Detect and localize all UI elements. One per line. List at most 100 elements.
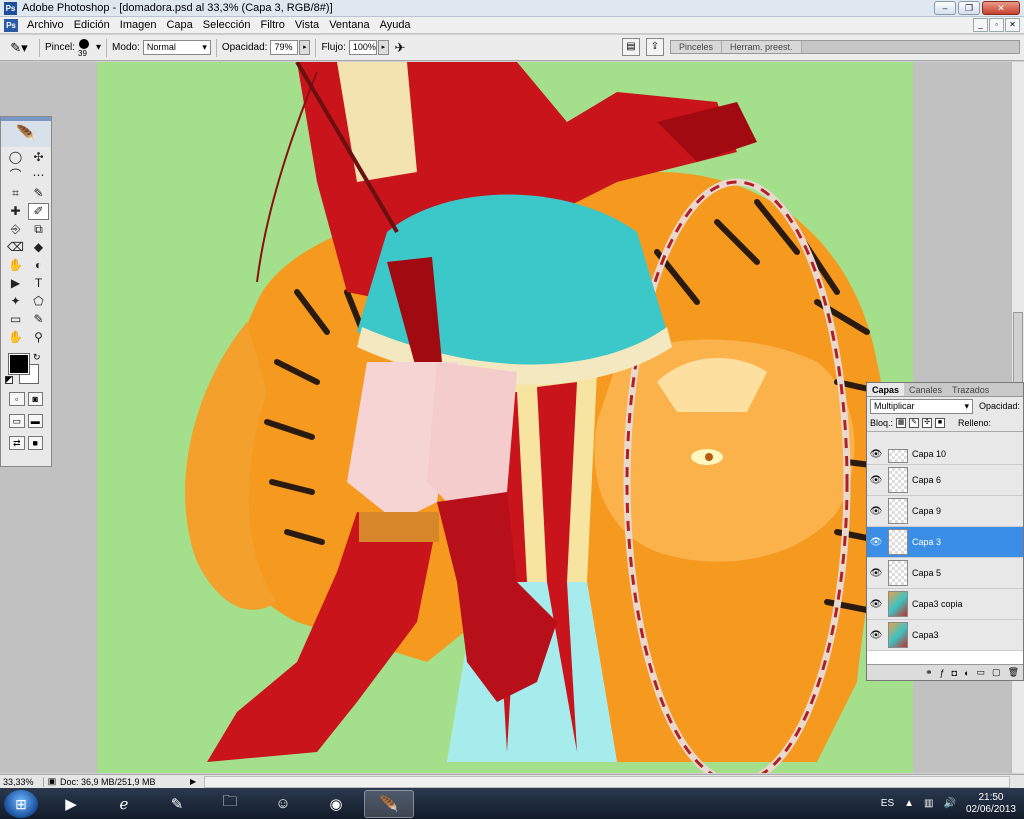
lock-pixels-icon[interactable]: ✎ xyxy=(909,418,920,428)
layer-row[interactable]: 👁 Capa 9 xyxy=(867,496,1023,527)
notes-tool-icon[interactable]: ▭ xyxy=(5,311,26,328)
default-colors-icon[interactable] xyxy=(5,376,13,384)
layer-row[interactable]: 👁 Capa 5 xyxy=(867,558,1023,589)
clock[interactable]: 21:50 02/06/2013 xyxy=(966,792,1016,816)
standard-mode-icon[interactable]: ▫ xyxy=(9,392,25,406)
layer-mask-icon[interactable]: ◘ xyxy=(952,668,957,678)
paint-app-icon[interactable]: ✎ xyxy=(152,790,202,818)
zoom-tool-icon[interactable]: ⚲ xyxy=(28,329,49,346)
brush-picker[interactable]: 39 xyxy=(78,37,90,59)
tab-canales[interactable]: Canales xyxy=(904,383,947,396)
layer-row[interactable]: 👁 Capa 6 xyxy=(867,465,1023,496)
imageready-jump-icon[interactable]: ⇄ xyxy=(9,436,25,450)
lasso-tool-icon[interactable]: ⌒ xyxy=(5,167,26,184)
quick-mask-mode-icon[interactable]: ◙ xyxy=(27,392,43,406)
internet-explorer-icon[interactable]: ℯ xyxy=(99,790,149,818)
layer-row[interactable]: 👁 Capa3 xyxy=(867,620,1023,651)
eye-icon[interactable]: 👁 xyxy=(867,475,885,486)
brush-palette-icon[interactable]: ▤ xyxy=(622,38,640,56)
path-selection-tool-icon[interactable]: ▶ xyxy=(5,275,26,292)
swap-colors-icon[interactable]: ↻ xyxy=(33,352,41,363)
airbrush-toggle-icon[interactable]: ✈ xyxy=(389,40,411,56)
marquee-tool-icon[interactable]: ◯ xyxy=(5,149,26,166)
shape-tool-icon[interactable]: ⬠ xyxy=(28,293,49,310)
menu-vista[interactable]: Vista xyxy=(290,19,324,31)
full-screen-mode-icon[interactable]: ■ xyxy=(27,436,43,450)
link-layers-icon[interactable]: ⚭ xyxy=(925,667,933,678)
layer-row[interactable]: 👁 Capa3 copia xyxy=(867,589,1023,620)
zoom-level[interactable]: 33,33% xyxy=(0,776,44,787)
new-group-icon[interactable]: ▭ xyxy=(977,667,986,678)
delete-layer-icon[interactable]: 🗑 xyxy=(1008,667,1019,678)
menu-archivo[interactable]: Archivo xyxy=(22,19,69,31)
photoshop-menu-icon[interactable]: Ps xyxy=(4,18,18,32)
eyedropper-tool-icon[interactable]: ✎ xyxy=(28,311,49,328)
clone-stamp-tool-icon[interactable]: ⎆ xyxy=(5,221,26,238)
slice-tool-icon[interactable]: ✎ xyxy=(28,185,49,202)
paint-bucket-tool-icon[interactable]: ◆ xyxy=(28,239,49,256)
eye-icon[interactable]: 👁 xyxy=(867,449,885,460)
network-icon[interactable]: ▥ xyxy=(924,798,933,809)
doc-minimize-button[interactable]: _ xyxy=(973,18,988,32)
eye-icon[interactable]: 👁 xyxy=(867,630,885,641)
mode-select[interactable]: Normal xyxy=(142,40,211,55)
adobe-online-feather-icon[interactable]: 🪶 xyxy=(1,121,51,147)
doc-close-button[interactable]: ✕ xyxy=(1005,18,1020,32)
close-button[interactable]: ✕ xyxy=(982,1,1020,15)
status-menu-arrow-icon[interactable]: ▶ xyxy=(190,777,200,786)
layer-row[interactable]: 👁 Capa 10 xyxy=(867,449,1023,465)
doc-restore-button[interactable]: ▫ xyxy=(989,18,1004,32)
healing-brush-tool-icon[interactable]: ✚ xyxy=(5,203,26,220)
volume-icon[interactable]: 🔊 xyxy=(943,798,955,809)
menu-capa[interactable]: Capa xyxy=(161,19,197,31)
menu-edicion[interactable]: Edición xyxy=(69,19,115,31)
tab-trazados[interactable]: Trazados xyxy=(947,383,994,396)
brush-tool-preset-icon[interactable]: ✎▾ xyxy=(4,38,34,58)
dodge-tool-icon[interactable]: ◐ xyxy=(28,257,49,274)
eye-icon[interactable]: 👁 xyxy=(867,537,885,548)
smudge-tool-icon[interactable]: ✋ xyxy=(5,257,26,274)
eye-icon[interactable]: 👁 xyxy=(867,568,885,579)
lock-all-icon[interactable]: ■ xyxy=(935,418,946,428)
opacity-input[interactable]: 79% xyxy=(270,40,299,55)
layer-style-icon[interactable]: ƒ xyxy=(940,668,945,678)
opacity-slider-button[interactable]: ▸ xyxy=(299,40,311,55)
menu-imagen[interactable]: Imagen xyxy=(115,19,162,31)
hand-tool-icon[interactable]: ✋ xyxy=(5,329,26,346)
start-button-icon[interactable]: ⊞ xyxy=(4,789,38,818)
menu-ayuda[interactable]: Ayuda xyxy=(375,19,416,31)
full-screen-menu-mode-icon[interactable]: ▬ xyxy=(27,414,43,428)
eye-icon[interactable]: 👁 xyxy=(867,506,885,517)
type-tool-icon[interactable]: T xyxy=(28,275,49,292)
pen-tool-icon[interactable]: ✦ xyxy=(5,293,26,310)
chrome-icon[interactable]: ◉ xyxy=(311,790,361,818)
photoshop-taskbar-icon[interactable]: 🪶 xyxy=(364,789,414,818)
standard-screen-mode-icon[interactable]: ▭ xyxy=(9,414,25,428)
vertical-scroll-thumb[interactable] xyxy=(1013,312,1023,392)
brush-dropdown-icon[interactable]: ▾ xyxy=(96,42,101,53)
media-player-icon[interactable]: ▶ xyxy=(46,790,96,818)
tray-expand-icon[interactable]: ▲ xyxy=(904,798,914,809)
horizontal-scrollbar[interactable] xyxy=(204,775,1010,788)
move-tool-icon[interactable]: ✣ xyxy=(28,149,49,166)
menu-ventana[interactable]: Ventana xyxy=(324,19,374,31)
lock-position-icon[interactable]: ✣ xyxy=(922,418,933,428)
history-brush-tool-icon[interactable]: ⧉ xyxy=(28,221,49,238)
eraser-tool-icon[interactable]: ⌫ xyxy=(5,239,26,256)
crop-tool-icon[interactable]: ⌗ xyxy=(5,185,26,202)
lock-transparency-icon[interactable]: ▦ xyxy=(896,418,907,428)
menu-seleccion[interactable]: Selección xyxy=(198,19,256,31)
layer-row-selected[interactable]: 👁 Capa 3 xyxy=(867,527,1023,558)
eye-icon[interactable]: 👁 xyxy=(867,599,885,610)
tab-capas[interactable]: Capas xyxy=(867,383,905,396)
well-tab-herram-preest[interactable]: Herram. preest. xyxy=(722,41,802,53)
language-indicator[interactable]: ES xyxy=(881,798,894,809)
minimize-button[interactable]: – xyxy=(934,1,956,15)
brush-tool-icon[interactable]: ✐ xyxy=(28,203,49,220)
new-adjustment-layer-icon[interactable]: ◐ xyxy=(964,668,969,678)
file-explorer-icon[interactable]: 🗀 xyxy=(205,790,255,818)
restore-button[interactable]: ❐ xyxy=(958,1,980,15)
layer-list[interactable]: 👁 Capa 10 👁 Capa 6 👁 Capa 9 👁 Capa 3 👁 C… xyxy=(867,449,1023,665)
flow-input[interactable]: 100% xyxy=(348,40,377,55)
flow-slider-button[interactable]: ▸ xyxy=(377,40,389,55)
